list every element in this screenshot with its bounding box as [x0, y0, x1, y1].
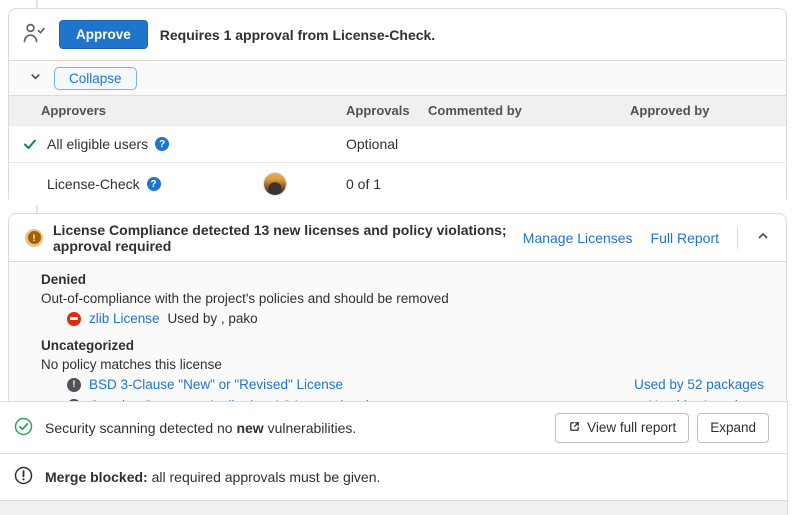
- approvers-table-header: Approvers Approvals Commented by Approve…: [9, 95, 786, 125]
- column-header-approvals: Approvals: [346, 103, 428, 118]
- list-item: zlib License Used by , pako: [41, 308, 764, 329]
- list-item: ! BSD 3-Clause "New" or "Revised" Licens…: [41, 374, 764, 395]
- column-header-approvers: Approvers: [9, 103, 346, 118]
- used-by-text: Used by , pako: [168, 311, 258, 326]
- column-header-approved-by: Approved by: [630, 103, 786, 118]
- denied-icon: [67, 312, 81, 326]
- avatar[interactable]: [263, 172, 287, 196]
- column-header-commented-by: Commented by: [428, 103, 630, 118]
- table-row: All eligible users ? Optional: [9, 125, 786, 162]
- info-icon: !: [67, 378, 81, 392]
- merge-blocked-row: Merge blocked: all required approvals mu…: [0, 454, 788, 501]
- mr-widget-bottom-section: Security scanning detected no new vulner…: [0, 401, 788, 515]
- license-link[interactable]: BSD 3-Clause "New" or "Revised" License: [89, 377, 343, 392]
- chevron-down-icon[interactable]: [29, 70, 42, 86]
- expand-button[interactable]: Expand: [697, 413, 769, 443]
- success-circle-check-icon: [14, 417, 33, 439]
- uncategorized-section-description: No policy matches this license: [41, 355, 764, 374]
- help-icon[interactable]: ?: [155, 137, 169, 151]
- approve-button[interactable]: Approve: [59, 20, 148, 49]
- merge-blocked-message: Merge blocked: all required approvals mu…: [45, 469, 380, 485]
- approve-row: Approve Requires 1 approval from License…: [9, 9, 786, 60]
- license-compliance-widget: ! License Compliance detected 13 new lic…: [8, 213, 787, 402]
- license-link[interactable]: zlib License: [89, 311, 160, 326]
- table-row: License-Check ? 0 of 1: [9, 162, 786, 205]
- approver-cell: License-Check ?: [9, 176, 346, 192]
- divider: [737, 227, 738, 249]
- help-icon[interactable]: ?: [147, 177, 161, 191]
- approvals-value: 0 of 1: [346, 176, 428, 192]
- view-full-report-button[interactable]: View full report: [555, 413, 689, 443]
- approval-requirement-text: Requires 1 approval from License-Check.: [160, 27, 435, 43]
- denied-section-description: Out-of-compliance with the project's pol…: [41, 289, 764, 308]
- used-by-link[interactable]: Used by 52 packages: [634, 377, 764, 392]
- denied-section-title: Denied: [41, 270, 764, 289]
- warning-icon: !: [25, 229, 43, 247]
- approver-name: License-Check: [47, 176, 140, 192]
- manage-licenses-link[interactable]: Manage Licenses: [523, 230, 633, 246]
- collapse-row: Collapse: [9, 60, 786, 95]
- security-message: Security scanning detected no new vulner…: [45, 420, 543, 436]
- alert-circle-icon: [14, 466, 33, 488]
- collapse-button[interactable]: Collapse: [54, 67, 137, 90]
- full-report-link[interactable]: Full Report: [651, 230, 719, 246]
- license-header-actions: Manage Licenses Full Report: [523, 227, 770, 249]
- widget-footer-strip: [0, 501, 788, 515]
- security-scanning-row: Security scanning detected no new vulner…: [0, 401, 788, 454]
- license-summary-text: License Compliance detected 13 new licen…: [53, 222, 513, 254]
- approvals-widget: Approve Requires 1 approval from License…: [8, 8, 787, 205]
- approver-cell: All eligible users ?: [9, 136, 346, 152]
- license-header-row: ! License Compliance detected 13 new lic…: [9, 214, 786, 261]
- uncategorized-section-title: Uncategorized: [41, 336, 764, 355]
- check-icon: [23, 138, 41, 150]
- approvals-value: Optional: [346, 136, 428, 152]
- approver-name: All eligible users: [47, 136, 148, 152]
- external-link-icon: [568, 420, 581, 436]
- license-report-body: Denied Out-of-compliance with the projec…: [9, 261, 786, 401]
- chevron-up-icon[interactable]: [756, 229, 770, 246]
- user-check-icon: [21, 21, 47, 48]
